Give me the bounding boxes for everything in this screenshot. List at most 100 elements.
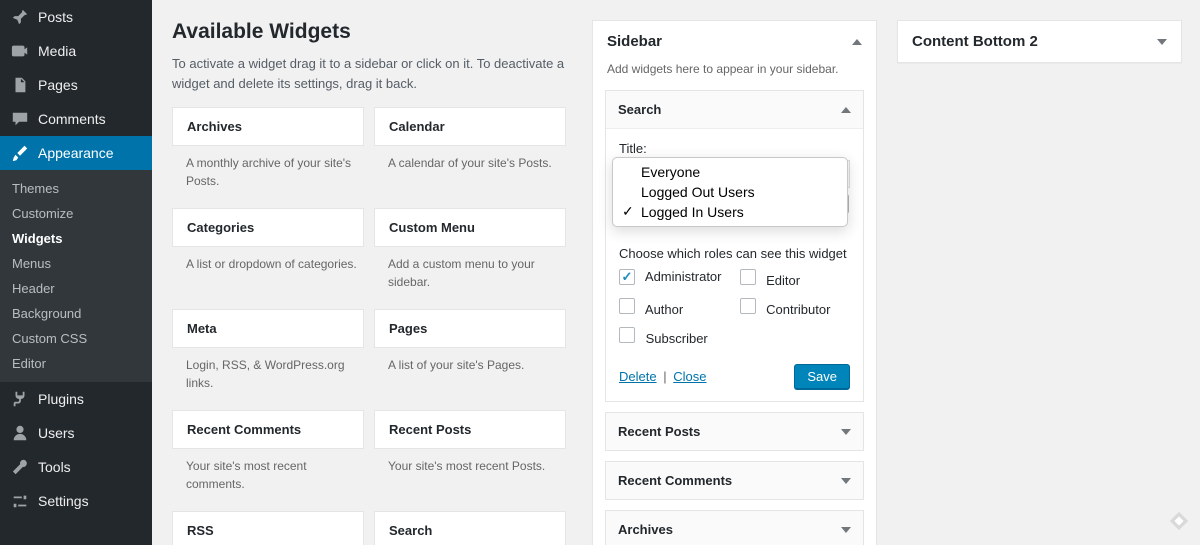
widget-recent-comments-desc: Your site's most recent comments. — [172, 449, 364, 501]
widget-search-title: Search — [618, 102, 661, 117]
subnav-header[interactable]: Header — [0, 276, 152, 301]
widget-search-avail[interactable]: Search — [374, 511, 566, 545]
subnav-customize[interactable]: Customize — [0, 201, 152, 226]
subnav-menus[interactable]: Menus — [0, 251, 152, 276]
brush-icon — [10, 143, 30, 163]
widget-recent-posts-header[interactable]: Recent Posts — [606, 413, 863, 450]
widget-meta-label: Meta — [173, 310, 363, 347]
visibility-opt-everyone[interactable]: Everyone — [613, 162, 847, 182]
widget-meta-desc: Login, RSS, & WordPress.org links. — [172, 348, 364, 400]
widget-recent-comments-label: Recent Comments — [173, 411, 363, 448]
role-subscriber[interactable]: Subscriber — [619, 327, 730, 346]
checkbox-icon — [740, 269, 756, 285]
save-button[interactable]: Save — [794, 364, 850, 389]
nav-tools[interactable]: Tools — [0, 450, 152, 484]
widget-archives-desc: A monthly archive of your site's Posts. — [172, 146, 364, 198]
subnav-widgets[interactable]: Widgets — [0, 226, 152, 251]
sidebar-area-help: Add widgets here to appear in your sideb… — [593, 62, 876, 86]
widget-recent-comments-placed: Recent Comments — [605, 461, 864, 500]
widget-categories[interactable]: Categories — [172, 208, 364, 247]
widget-search-header[interactable]: Search — [606, 91, 863, 128]
delete-link[interactable]: Delete — [619, 369, 657, 384]
widget-pages-desc: A list of your site's Pages. — [374, 348, 566, 382]
widget-form-footer: Delete | Close Save — [619, 364, 850, 389]
subnav-themes[interactable]: Themes — [0, 176, 152, 201]
widget-recent-posts-label: Recent Posts — [375, 411, 565, 448]
role-editor[interactable]: Editor — [740, 269, 851, 288]
nav-users-label: Users — [38, 425, 75, 441]
role-editor-label: Editor — [766, 273, 800, 288]
widget-recent-posts-placed: Recent Posts — [605, 412, 864, 451]
widget-archives-title: Archives — [618, 522, 673, 537]
nav-appearance[interactable]: Appearance — [0, 136, 152, 170]
nav-tools-label: Tools — [38, 459, 71, 475]
nav-settings[interactable]: Settings — [0, 484, 152, 518]
widget-rss[interactable]: RSS — [172, 511, 364, 545]
subnav-customcss[interactable]: Custom CSS — [0, 326, 152, 351]
subnav-background[interactable]: Background — [0, 301, 152, 326]
nav-plugins[interactable]: Plugins — [0, 382, 152, 416]
nav-posts[interactable]: Posts — [0, 0, 152, 34]
collapse-icon — [852, 39, 862, 45]
available-widgets-grid: Archives A monthly archive of your site'… — [172, 107, 572, 545]
main-content: Available Widgets To activate a widget d… — [152, 0, 1200, 545]
widget-calendar[interactable]: Calendar — [374, 107, 566, 146]
widget-archives[interactable]: Archives — [172, 107, 364, 146]
widget-categories-label: Categories — [173, 209, 363, 246]
widget-search-avail-label: Search — [375, 512, 565, 545]
role-author[interactable]: Author — [619, 298, 730, 317]
widget-pages-label: Pages — [375, 310, 565, 347]
widget-recent-comments[interactable]: Recent Comments — [172, 410, 364, 449]
widget-custom-menu-label: Custom Menu — [375, 209, 565, 246]
nav-pages-label: Pages — [38, 77, 78, 93]
user-icon — [10, 423, 30, 443]
widget-recent-comments-header[interactable]: Recent Comments — [606, 462, 863, 499]
widget-recent-posts-desc: Your site's most recent Posts. — [374, 449, 566, 483]
role-administrator[interactable]: Administrator — [619, 269, 730, 288]
role-contributor-label: Contributor — [766, 302, 830, 317]
media-icon — [10, 41, 30, 61]
visibility-opt-logged-out[interactable]: Logged Out Users — [613, 182, 847, 202]
close-link[interactable]: Close — [673, 369, 706, 384]
role-contributor[interactable]: Contributor — [740, 298, 851, 317]
plug-icon — [10, 389, 30, 409]
available-widgets-help: To activate a widget drag it to a sideba… — [172, 54, 572, 93]
nav-users[interactable]: Users — [0, 416, 152, 450]
sidebar-area-column: Sidebar Add widgets here to appear in yo… — [592, 0, 877, 545]
widget-recent-posts-title: Recent Posts — [618, 424, 700, 439]
nav-media[interactable]: Media — [0, 34, 152, 68]
admin-sidebar: Posts Media Pages Comments Appearance Th… — [0, 0, 152, 545]
content-bottom-2-title: Content Bottom 2 — [912, 33, 1038, 50]
nav-appearance-label: Appearance — [38, 145, 114, 161]
roles-grid: Administrator Editor Author — [619, 269, 850, 350]
content-bottom-2-header[interactable]: Content Bottom 2 — [898, 21, 1181, 62]
widget-custom-menu[interactable]: Custom Menu — [374, 208, 566, 247]
sidebar-area-header[interactable]: Sidebar — [593, 21, 876, 62]
nav-comments-label: Comments — [38, 111, 106, 127]
page-icon — [10, 75, 30, 95]
chevron-up-icon — [841, 107, 851, 113]
widget-archives-placed: Archives — [605, 510, 864, 545]
chevron-down-icon — [1157, 39, 1167, 45]
nav-pages[interactable]: Pages — [0, 68, 152, 102]
widget-rss-label: RSS — [173, 512, 363, 545]
subnav-editor[interactable]: Editor — [0, 351, 152, 376]
widget-meta[interactable]: Meta — [172, 309, 364, 348]
nav-posts-label: Posts — [38, 9, 73, 25]
chevron-down-icon — [841, 429, 851, 435]
nav-media-label: Media — [38, 43, 76, 59]
nav-comments[interactable]: Comments — [0, 102, 152, 136]
content-bottom-column: Content Bottom 2 — [897, 0, 1182, 545]
widget-recent-posts[interactable]: Recent Posts — [374, 410, 566, 449]
visibility-opt-logged-in[interactable]: Logged In Users — [613, 202, 847, 222]
widget-recent-comments-title: Recent Comments — [618, 473, 732, 488]
widget-pages[interactable]: Pages — [374, 309, 566, 348]
title-field-label: Title: — [619, 141, 850, 156]
widget-custom-menu-desc: Add a custom menu to your sidebar. — [374, 247, 566, 299]
widget-categories-desc: A list or dropdown of categories. — [172, 247, 364, 281]
nav-plugins-label: Plugins — [38, 391, 84, 407]
widget-archives-header[interactable]: Archives — [606, 511, 863, 545]
comment-icon — [10, 109, 30, 129]
appearance-submenu: Themes Customize Widgets Menus Header Ba… — [0, 170, 152, 382]
visibility-dropdown: Everyone Logged Out Users Logged In User… — [612, 157, 848, 227]
